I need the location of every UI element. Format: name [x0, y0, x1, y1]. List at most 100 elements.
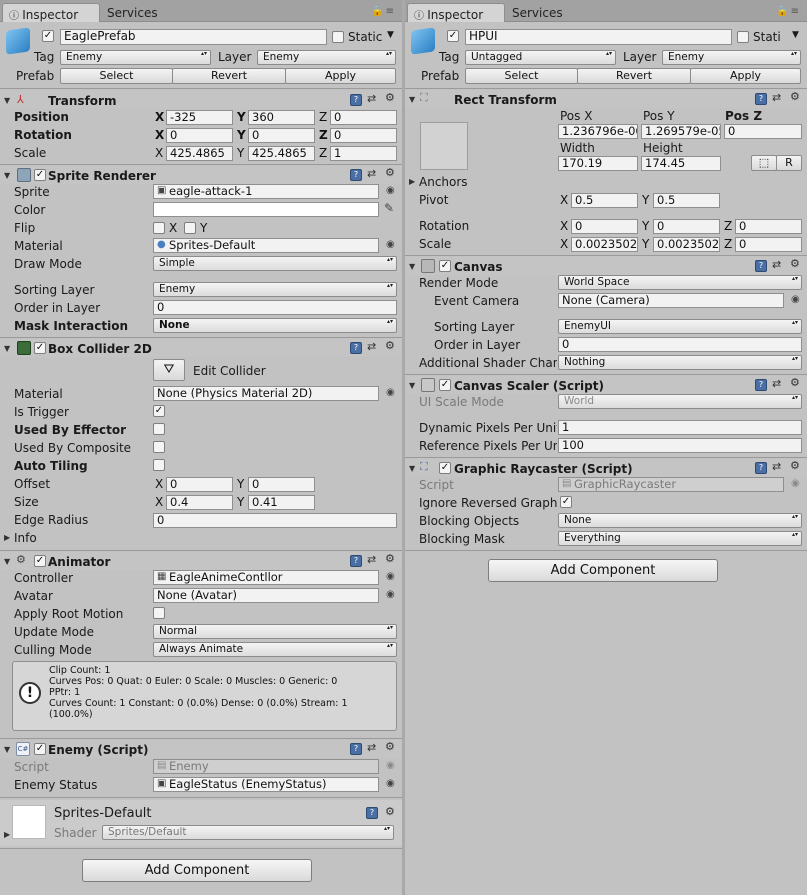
material-field[interactable]: Sprites-Default — [153, 238, 379, 253]
controller-field[interactable]: EagleAnimeContllor — [153, 570, 379, 585]
layer-dropdown[interactable]: Enemy — [257, 50, 396, 65]
rotation-x-field[interactable]: 0 — [571, 219, 638, 234]
foldout-arrow-icon[interactable]: ▼ — [4, 344, 10, 353]
gear-icon[interactable]: ⚙ — [385, 552, 395, 565]
tab-inspector[interactable]: ⓘ Inspector — [407, 3, 505, 22]
position-y-field[interactable]: 360 — [248, 110, 315, 125]
order-in-layer-field[interactable]: 0 — [153, 300, 397, 315]
static-dropdown-icon[interactable]: ▼ — [792, 30, 799, 40]
prefab-select-button[interactable]: Select — [465, 68, 578, 84]
foldout-arrow-icon[interactable]: ▼ — [4, 96, 10, 105]
preset-icon[interactable]: ⇄ — [772, 460, 781, 473]
help-book-icon[interactable]: ? — [366, 807, 378, 819]
canvas-enabled-checkbox[interactable]: ✓ — [439, 260, 451, 272]
help-book-icon[interactable]: ? — [350, 342, 362, 354]
add-component-button[interactable]: Add Component — [82, 859, 312, 882]
prefab-select-button[interactable]: Select — [60, 68, 173, 84]
sorting-layer-dropdown[interactable]: EnemyUI — [558, 319, 802, 334]
help-book-icon[interactable]: ? — [755, 462, 767, 474]
mask-interaction-dropdown[interactable]: None — [153, 318, 397, 333]
raw-edit-button[interactable]: R — [776, 155, 802, 171]
render-mode-dropdown[interactable]: World Space — [558, 275, 802, 290]
foldout-arrow-icon[interactable]: ▼ — [409, 262, 415, 271]
object-picker-icon[interactable]: ◉ — [386, 387, 395, 398]
culling-mode-dropdown[interactable]: Always Animate — [153, 642, 397, 657]
gear-icon[interactable]: ⚙ — [790, 376, 800, 389]
scale-z-field[interactable]: 1 — [330, 146, 397, 161]
lock-menu-icons[interactable]: 🔒≡ — [371, 6, 396, 17]
blueprint-mode-button[interactable]: ⬚ — [751, 155, 777, 171]
scale-x-field[interactable]: 0.002350256 — [571, 237, 638, 252]
help-book-icon[interactable]: ? — [350, 555, 362, 567]
anchors-foldout-icon[interactable]: ▶ — [409, 177, 415, 186]
pos-x-field[interactable]: 1.236796e-06 — [558, 124, 638, 139]
gear-icon[interactable]: ⚙ — [385, 166, 395, 179]
material-foldout-icon[interactable]: ▶ — [4, 830, 10, 839]
is-trigger-checkbox[interactable]: ✓ — [153, 405, 165, 417]
add-component-button[interactable]: Add Component — [488, 559, 718, 582]
shader-dropdown[interactable]: Sprites/Default — [102, 825, 394, 840]
help-book-icon[interactable]: ? — [755, 260, 767, 272]
shader-channels-dropdown[interactable]: Nothing — [558, 355, 802, 370]
size-x-field[interactable]: 0.4 — [166, 495, 233, 510]
preset-icon[interactable]: ⇄ — [367, 340, 376, 353]
prefab-apply-button[interactable]: Apply — [285, 68, 396, 84]
foldout-arrow-icon[interactable]: ▼ — [409, 95, 415, 104]
rotation-x-field[interactable]: 0 — [166, 128, 233, 143]
help-book-icon[interactable]: ? — [350, 169, 362, 181]
used-by-composite-checkbox[interactable] — [153, 441, 165, 453]
blocking-mask-dropdown[interactable]: Everything — [558, 531, 802, 546]
object-picker-icon[interactable]: ◉ — [386, 778, 395, 789]
collider-material-field[interactable]: None (Physics Material 2D) — [153, 386, 379, 401]
lock-menu-icons[interactable]: 🔒≡ — [776, 6, 801, 17]
rotation-y-field[interactable]: 0 — [653, 219, 720, 234]
scale-z-field[interactable]: 0 — [735, 237, 802, 252]
event-camera-field[interactable]: None (Camera) — [558, 293, 784, 308]
blocking-objects-dropdown[interactable]: None — [558, 513, 802, 528]
static-checkbox[interactable] — [737, 31, 749, 43]
height-field[interactable]: 174.45 — [641, 156, 721, 171]
object-picker-icon[interactable]: ◉ — [791, 294, 800, 305]
object-picker-icon[interactable]: ◉ — [386, 589, 395, 600]
tab-services[interactable]: Services — [101, 3, 164, 22]
info-foldout-icon[interactable]: ▶ — [4, 533, 10, 542]
width-field[interactable]: 170.19 — [558, 156, 638, 171]
material-preview-thumbnail[interactable] — [12, 805, 46, 839]
flip-x-checkbox[interactable] — [153, 222, 165, 234]
color-swatch[interactable] — [153, 202, 379, 217]
help-book-icon[interactable]: ? — [350, 743, 362, 755]
update-mode-dropdown[interactable]: Normal — [153, 624, 397, 639]
object-picker-icon[interactable]: ◉ — [386, 571, 395, 582]
avatar-field[interactable]: None (Avatar) — [153, 588, 379, 603]
preset-icon[interactable]: ⇄ — [367, 167, 376, 180]
foldout-arrow-icon[interactable]: ▼ — [4, 171, 10, 180]
active-checkbox[interactable]: ✓ — [42, 30, 54, 42]
size-y-field[interactable]: 0.41 — [248, 495, 315, 510]
rotation-z-field[interactable]: 0 — [330, 128, 397, 143]
sprite-renderer-enabled-checkbox[interactable]: ✓ — [34, 169, 46, 181]
pos-z-field[interactable]: 0 — [724, 124, 802, 139]
order-in-layer-field[interactable]: 0 — [558, 337, 802, 352]
preset-icon[interactable]: ⇄ — [367, 553, 376, 566]
auto-tiling-checkbox[interactable] — [153, 459, 165, 471]
object-name-field[interactable]: HPUI — [465, 29, 732, 45]
gear-icon[interactable]: ⚙ — [385, 740, 395, 753]
rotation-z-field[interactable]: 0 — [735, 219, 802, 234]
scale-y-field[interactable]: 425.4865 — [248, 146, 315, 161]
info-label[interactable]: Info — [14, 531, 37, 545]
rotation-y-field[interactable]: 0 — [248, 128, 315, 143]
gear-icon[interactable]: ⚙ — [385, 805, 395, 818]
static-checkbox[interactable] — [332, 31, 344, 43]
offset-x-field[interactable]: 0 — [166, 477, 233, 492]
position-x-field[interactable]: -325 — [166, 110, 233, 125]
gear-icon[interactable]: ⚙ — [790, 257, 800, 270]
pivot-y-field[interactable]: 0.5 — [653, 193, 720, 208]
prefab-revert-button[interactable]: Revert — [577, 68, 691, 84]
foldout-arrow-icon[interactable]: ▼ — [409, 464, 415, 473]
tab-services[interactable]: Services — [506, 3, 569, 22]
active-checkbox[interactable]: ✓ — [447, 30, 459, 42]
gear-icon[interactable]: ⚙ — [385, 91, 395, 104]
prefab-apply-button[interactable]: Apply — [690, 68, 801, 84]
foldout-arrow-icon[interactable]: ▼ — [409, 381, 415, 390]
enemy-script-enabled-checkbox[interactable]: ✓ — [34, 743, 46, 755]
